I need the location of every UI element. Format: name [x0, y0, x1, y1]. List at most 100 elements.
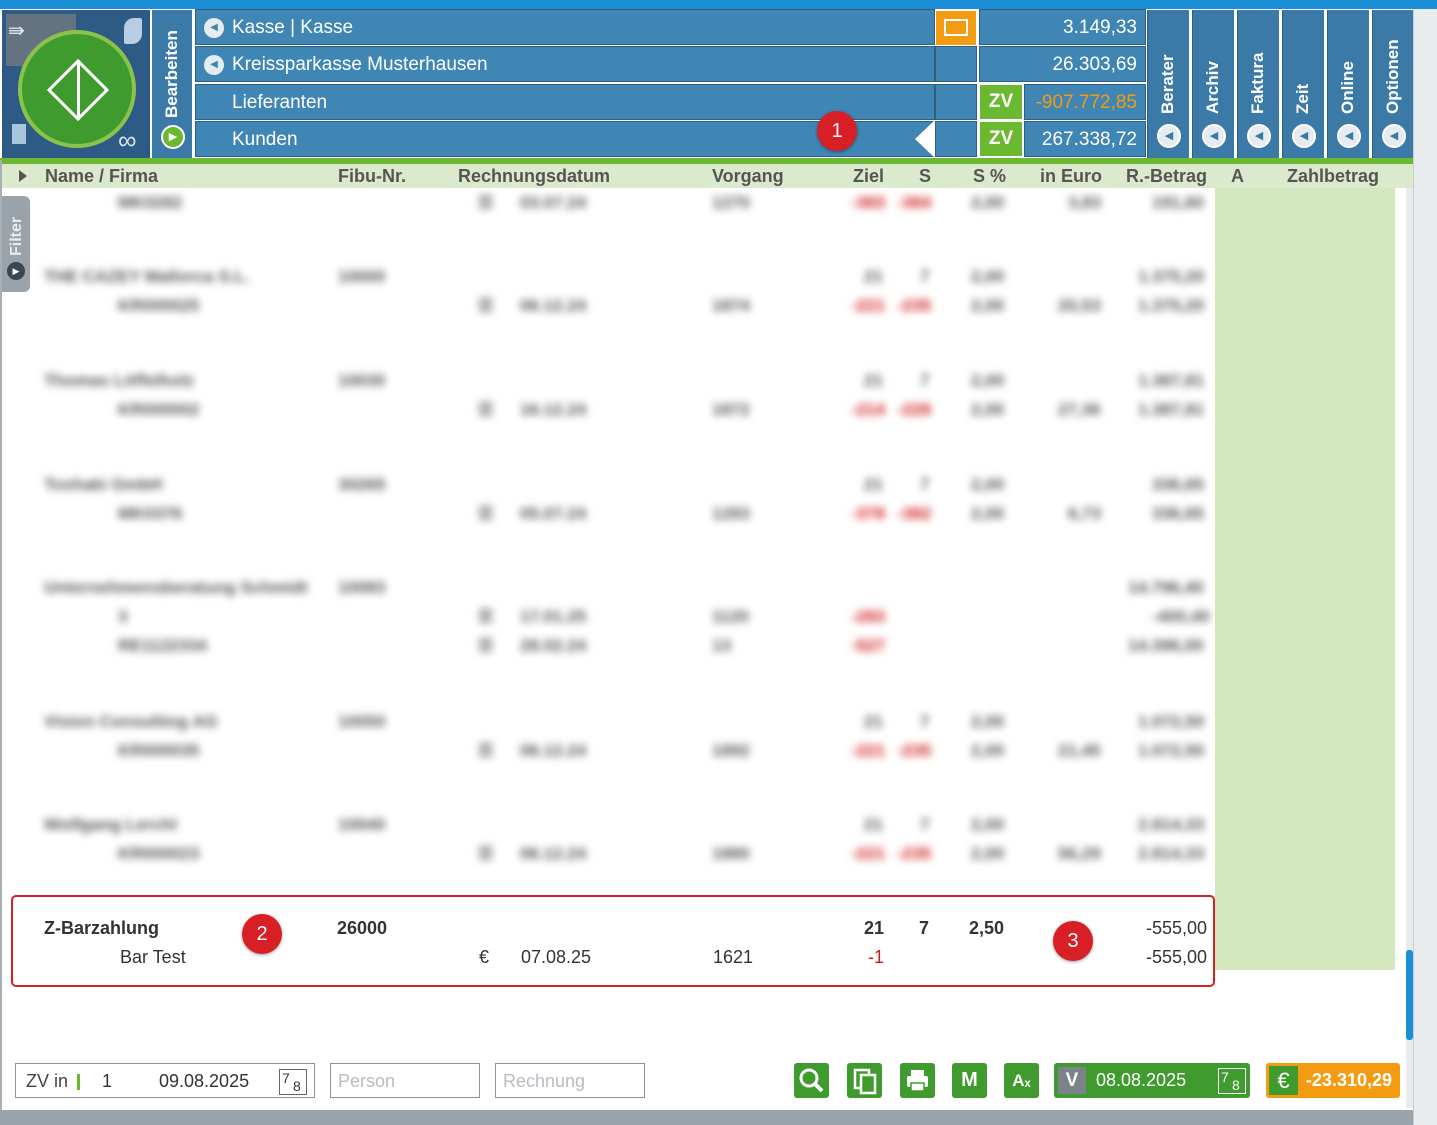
leaf-icon — [124, 18, 142, 44]
list-item: 7 — [920, 371, 930, 390]
list-item: 336,65 — [1152, 475, 1204, 494]
expand-triangle-icon[interactable] — [19, 170, 27, 182]
balance-control[interactable]: € -23.310,29 — [1266, 1063, 1400, 1098]
col-s[interactable]: S — [919, 166, 931, 187]
col-name[interactable]: Name / Firma — [45, 166, 158, 187]
list-item: ☰ — [478, 400, 494, 419]
col-rechnungsdatum[interactable]: Rechnungsdatum — [458, 166, 610, 187]
row-betrag: -555,00 — [1146, 918, 1208, 938]
list-item: 2,00 — [971, 712, 1005, 731]
tab-archiv[interactable]: Archiv ◀ — [1192, 10, 1234, 158]
list-item: 03.07.24 — [520, 193, 587, 212]
tab-optionen[interactable]: Optionen ◀ — [1372, 10, 1414, 158]
list-item: MK0282 — [118, 193, 183, 212]
col-in-euro[interactable]: in Euro — [1040, 166, 1102, 187]
print-button[interactable] — [900, 1063, 935, 1098]
list-item: 10040 — [338, 815, 386, 834]
arrow-left-icon[interactable]: ◀ — [204, 18, 224, 38]
list-item: 2,00 — [971, 504, 1005, 523]
bearbeiten-label: Bearbeiten — [162, 30, 181, 118]
list-item: -221 — [851, 741, 886, 760]
list-item: -384 — [897, 193, 932, 212]
person-input[interactable]: Person — [330, 1063, 480, 1098]
arrow-left-icon[interactable]: ◀ — [204, 55, 224, 75]
printer-icon — [907, 1070, 928, 1092]
calendar-day-a: 7 — [1221, 1069, 1229, 1085]
col-ziel[interactable]: Ziel — [853, 166, 884, 187]
list-item: 1892 — [712, 741, 750, 760]
tab-berater[interactable]: Berater ◀ — [1147, 10, 1189, 158]
calendar-icon[interactable]: 7 8 — [279, 1069, 307, 1095]
search-button[interactable] — [794, 1063, 829, 1098]
list-item: 3 — [118, 607, 128, 626]
list-item: 56,29 — [1058, 844, 1101, 863]
tab-label: Berater — [1158, 54, 1177, 114]
list-item: Vision Consulting AG — [44, 712, 218, 731]
row-betrag-detail: -555,00 — [1146, 947, 1208, 967]
row-s-percent: 2,50 — [969, 918, 1005, 938]
list-item: 1283 — [712, 504, 750, 523]
rechnung-input[interactable]: Rechnung — [495, 1063, 645, 1098]
list-item: 1872 — [712, 400, 750, 419]
calendar-icon[interactable]: 7 8 — [1218, 1068, 1246, 1094]
tab-label: Archiv — [1203, 61, 1222, 114]
list-item: 1874 — [712, 296, 750, 315]
selection-pointer — [915, 120, 935, 158]
list-item: ☰ — [478, 607, 494, 626]
app-logo[interactable]: ⇛ ∞ — [2, 10, 150, 158]
highlighted-row[interactable] — [11, 895, 1215, 987]
zv-date[interactable]: 09.08.2025 — [159, 1071, 249, 1092]
zv-badge[interactable]: ZV — [980, 122, 1022, 156]
scrollbar-thumb[interactable] — [1406, 950, 1413, 1040]
play-icon[interactable]: ▶ — [161, 125, 185, 149]
annotation-badge-1: 1 — [817, 111, 857, 151]
tab-online[interactable]: Online ◀ — [1327, 10, 1369, 158]
col-zahlbetrag[interactable]: Zahlbetrag — [1287, 166, 1379, 187]
list-item: -235 — [897, 296, 932, 315]
account-value: -907.772,85 — [1024, 84, 1146, 120]
filter-tab[interactable]: Filter ▶ — [2, 196, 30, 292]
list-item: -400,40 — [1152, 607, 1210, 626]
list-item: 21 — [864, 815, 883, 834]
filter-label: Filter — [8, 216, 25, 256]
col-a[interactable]: A — [1231, 166, 1244, 187]
list-item: 20,53 — [1058, 296, 1101, 315]
tab-label: Online — [1338, 61, 1357, 114]
list-item: 14.396,00 — [1128, 636, 1204, 655]
copy-button[interactable] — [847, 1063, 882, 1098]
v-date[interactable]: 08.08.2025 — [1096, 1070, 1186, 1091]
list-item: ☰ — [478, 844, 494, 863]
m-button[interactable]: M — [952, 1063, 987, 1098]
list-item: KR000035 — [118, 741, 200, 760]
list-item: 191,60 — [1152, 193, 1204, 212]
v-date-control[interactable]: V 08.08.2025 7 8 — [1054, 1063, 1250, 1098]
tab-label: Optionen — [1383, 39, 1402, 114]
list-item: -228 — [897, 400, 932, 419]
col-s-percent[interactable]: S % — [973, 166, 1006, 187]
row-fibu: 26000 — [337, 918, 388, 938]
zv-date-control[interactable]: ZV in 1 09.08.2025 7 8 — [15, 1063, 315, 1098]
tab-faktura[interactable]: Faktura ◀ — [1237, 10, 1279, 158]
tab-zeit[interactable]: Zeit ◀ — [1282, 10, 1324, 158]
col-vorgang[interactable]: Vorgang — [712, 166, 784, 187]
mail-icon[interactable] — [936, 11, 976, 45]
copy-icon — [853, 1068, 877, 1095]
list-item: -221 — [851, 296, 886, 315]
zv-badge[interactable]: ZV — [980, 85, 1022, 119]
col-r-betrag[interactable]: R.-Betrag — [1126, 166, 1207, 187]
arrow-right-icon[interactable]: ▶ — [7, 262, 25, 280]
account-label: Lieferanten — [232, 92, 328, 113]
list-item: 16.12.24 — [520, 400, 587, 419]
list-item: 2,00 — [971, 475, 1005, 494]
list-item: 1.072,50 — [1138, 741, 1205, 760]
account-row-kasse[interactable]: ◀ Kasse | Kasse — [195, 9, 935, 45]
account-row-kreissparkasse[interactable]: ◀ Kreissparkasse Musterhausen — [195, 46, 935, 82]
list-item: 2,00 — [971, 267, 1005, 286]
zahlbetrag-panel[interactable] — [1215, 188, 1395, 970]
list-item: -383 — [851, 193, 886, 212]
col-fibu[interactable]: Fibu-Nr. — [338, 166, 406, 187]
v-badge[interactable]: V — [1058, 1067, 1086, 1094]
clear-format-button[interactable]: Aₓ — [1004, 1063, 1039, 1098]
zv-number[interactable]: 1 — [102, 1071, 112, 1092]
row-ziel-remaining: -1 — [868, 947, 885, 967]
